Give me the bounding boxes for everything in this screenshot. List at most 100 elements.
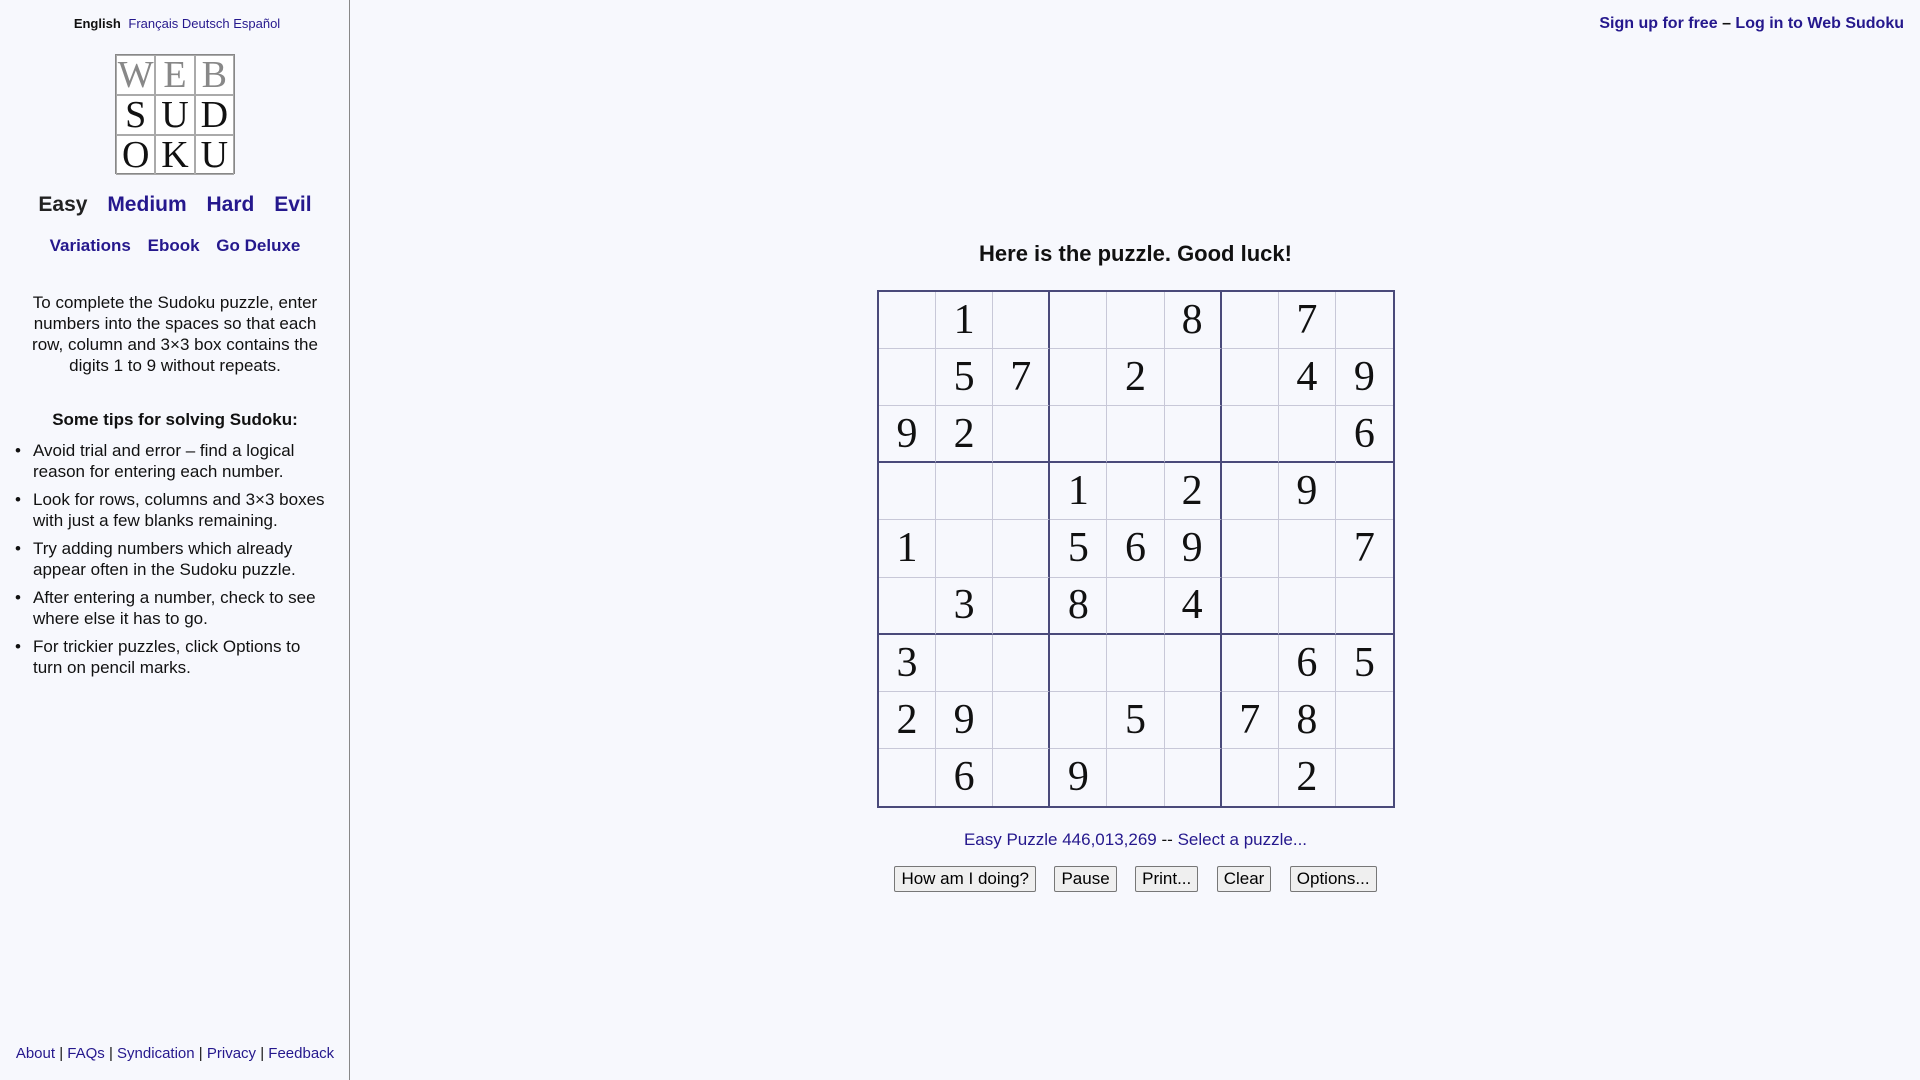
puzzle-title: Here is the puzzle. Good luck! <box>979 241 1292 266</box>
pause-button[interactable]: Pause <box>1054 866 1117 892</box>
language-deutsch[interactable]: Deutsch <box>182 16 230 31</box>
level-evil-link[interactable]: Evil <box>274 193 311 216</box>
sudoku-cell-input[interactable] <box>993 691 1051 749</box>
puzzle-info: Easy Puzzle 446,013,269 -- Select a puzz… <box>877 830 1394 850</box>
sudoku-cell-input[interactable] <box>1107 406 1165 464</box>
sudoku-cell-given: 5 <box>1335 635 1393 692</box>
sudoku-cell-input[interactable] <box>879 292 937 350</box>
sign-up-link[interactable]: Sign up for free <box>1599 15 1717 32</box>
sudoku-cell-input[interactable] <box>1335 292 1393 350</box>
sudoku-cell-given: 3 <box>936 577 994 635</box>
sidebar: English Français Deutsch Español W E B S… <box>0 0 350 1080</box>
sudoku-cell-input[interactable] <box>993 577 1051 635</box>
sudoku-cell-input[interactable] <box>1050 349 1108 407</box>
tip-item: For trickier puzzles, click Options to t… <box>15 636 333 678</box>
tip-item: Try adding numbers which already appear … <box>15 538 333 580</box>
sudoku-cell-input[interactable] <box>993 520 1051 578</box>
level-medium-link[interactable]: Medium <box>107 193 186 216</box>
privacy-link[interactable]: Privacy <box>207 1045 256 1062</box>
logo-letter: D <box>194 95 234 135</box>
sudoku-cell-input[interactable] <box>1221 349 1279 407</box>
sudoku-cell-input[interactable] <box>879 463 937 521</box>
sudoku-cell-input[interactable] <box>1164 406 1222 464</box>
sudoku-cell-input[interactable] <box>993 634 1051 692</box>
sudoku-cell-given: 9 <box>1050 748 1108 806</box>
sudoku-cell-input[interactable] <box>1107 748 1165 806</box>
sudoku-cell-given: 3 <box>879 634 937 692</box>
sudoku-cell-input[interactable] <box>1336 749 1393 806</box>
log-in-link[interactable]: Log in to Web Sudoku <box>1735 15 1904 32</box>
options-button[interactable]: Options... <box>1289 866 1377 892</box>
sudoku-cell-input[interactable] <box>1222 748 1279 806</box>
sudoku-cell-input[interactable] <box>1221 520 1279 578</box>
web-sudoku-logo[interactable]: W E B S U D O K U <box>115 54 235 175</box>
footer-separator: | <box>198 1045 203 1062</box>
sudoku-cell-input[interactable] <box>1165 748 1222 806</box>
sudoku-cell-input[interactable] <box>879 748 937 806</box>
sudoku-cell-given: 7 <box>1221 691 1279 749</box>
sudoku-cell-input[interactable] <box>1278 577 1336 635</box>
go-deluxe-link[interactable]: Go Deluxe <box>216 236 300 255</box>
sudoku-cell-input[interactable] <box>1221 577 1279 635</box>
sudoku-cell-input[interactable] <box>993 292 1051 350</box>
footer-separator: | <box>108 1045 113 1062</box>
sudoku-cell-input[interactable] <box>1050 292 1108 350</box>
puzzle-info-separator: -- <box>1161 830 1173 849</box>
variations-link[interactable]: Variations <box>50 236 131 255</box>
about-link[interactable]: About <box>16 1045 55 1062</box>
sudoku-cell-given: 1 <box>879 520 937 578</box>
sudoku-cell-input[interactable] <box>1107 292 1165 350</box>
sudoku-cell-input[interactable] <box>1164 349 1222 407</box>
sudoku-cell-input[interactable] <box>1221 292 1279 350</box>
sudoku-cell-input[interactable] <box>936 520 994 578</box>
sudoku-cell-input[interactable] <box>1107 577 1165 635</box>
sudoku-cell-given: 5 <box>1107 691 1165 749</box>
ebook-link[interactable]: Ebook <box>148 236 200 255</box>
sudoku-cell-given: 6 <box>1335 406 1393 464</box>
sudoku-cell-given: 4 <box>1278 349 1336 407</box>
intro-text: To complete the Sudoku puzzle, enter num… <box>32 293 318 375</box>
sudoku-cell-input[interactable] <box>936 463 994 521</box>
tip-item: Avoid trial and error – find a logical r… <box>15 440 333 482</box>
sudoku-cell-input[interactable] <box>1335 692 1393 749</box>
feedback-link[interactable]: Feedback <box>268 1045 334 1062</box>
sudoku-cell-input[interactable] <box>1107 463 1165 521</box>
sudoku-cell-input[interactable] <box>993 406 1051 464</box>
sudoku-cell-input[interactable] <box>1107 634 1165 692</box>
tips-title: Some tips for solving Sudoku: <box>52 410 298 429</box>
sudoku-cell-input[interactable] <box>879 349 937 407</box>
sudoku-cell-input[interactable] <box>1164 691 1222 749</box>
sudoku-cell-input[interactable] <box>993 463 1051 521</box>
language-espanol[interactable]: Español <box>233 16 280 31</box>
level-hard-link[interactable]: Hard <box>207 193 255 216</box>
sudoku-cell-input[interactable] <box>1050 406 1108 464</box>
sudoku-cell-input[interactable] <box>1221 634 1279 692</box>
faqs-link[interactable]: FAQs <box>67 1045 105 1062</box>
sudoku-cell-input[interactable] <box>1221 463 1279 521</box>
sudoku-cell-input[interactable] <box>1050 634 1108 692</box>
sudoku-cell-input[interactable] <box>1335 463 1393 521</box>
sudoku-cell-input[interactable] <box>1278 406 1336 464</box>
sudoku-cell-given: 7 <box>1335 520 1393 578</box>
sudoku-cell-input[interactable] <box>1050 691 1108 749</box>
sudoku-cell-given: 7 <box>993 349 1051 407</box>
sudoku-cell-input[interactable] <box>1278 520 1336 578</box>
print-button[interactable]: Print... <box>1135 866 1199 892</box>
select-puzzle-link[interactable]: Select a puzzle... <box>1178 830 1307 849</box>
clear-button[interactable]: Clear <box>1216 866 1272 892</box>
sudoku-cell-input[interactable] <box>1221 406 1279 464</box>
sudoku-cell-input[interactable] <box>879 577 937 635</box>
how-am-i-doing-button[interactable]: How am I doing? <box>894 866 1037 892</box>
language-francais[interactable]: Français <box>128 16 178 31</box>
puzzle-id-link[interactable]: Easy Puzzle 446,013,269 <box>964 830 1157 849</box>
syndication-link[interactable]: Syndication <box>117 1045 195 1062</box>
sudoku-cell-given: 9 <box>879 406 937 464</box>
sudoku-cell-input[interactable] <box>993 748 1051 806</box>
sudoku-cell-input[interactable] <box>936 634 994 692</box>
sudoku-cell-input[interactable] <box>1164 634 1222 692</box>
sudoku-cell-given: 1 <box>1050 463 1108 521</box>
sudoku-cell-given: 6 <box>1107 520 1165 578</box>
sudoku-cell-input[interactable] <box>1335 578 1393 635</box>
sudoku-cell-given: 1 <box>936 292 994 350</box>
language-english: English <box>73 16 121 31</box>
